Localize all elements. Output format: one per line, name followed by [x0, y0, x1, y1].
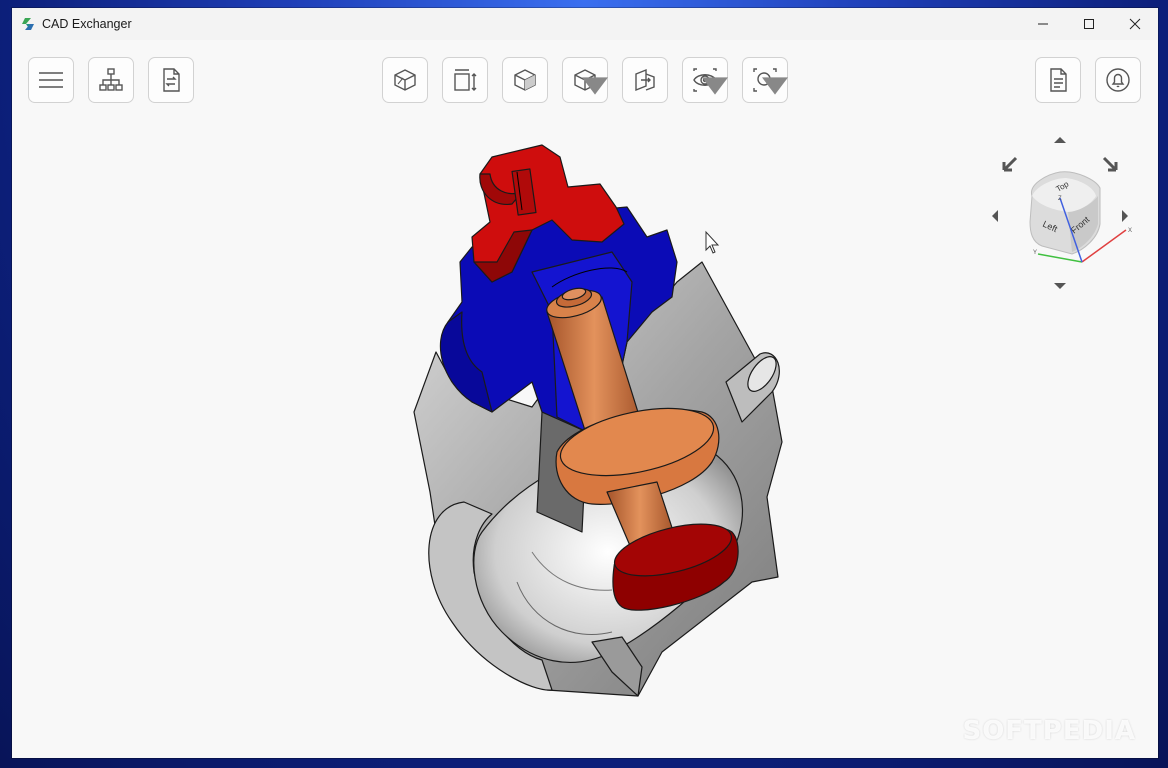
section-button[interactable]	[622, 57, 668, 103]
menu-icon	[39, 72, 63, 88]
section-icon	[635, 68, 655, 92]
z-axis-label: Z	[1058, 196, 1062, 202]
display-mode-button[interactable]	[562, 57, 608, 103]
rotate-up-arrow-icon[interactable]	[1054, 137, 1066, 143]
maximize-icon	[1084, 19, 1094, 29]
minimize-icon	[1038, 23, 1048, 25]
shaded-view-button[interactable]	[502, 57, 548, 103]
rotate-left-arrow-icon[interactable]	[992, 210, 998, 222]
watermark: SOFTPEDIA	[962, 716, 1136, 746]
window-controls	[1020, 8, 1158, 40]
document-icon	[1050, 68, 1067, 92]
shaded-view-icon	[514, 69, 536, 91]
view-cube[interactable]: Top Front Left X Y Z	[988, 126, 1134, 296]
close-button[interactable]	[1112, 8, 1158, 40]
convert-file-button[interactable]	[148, 57, 194, 103]
properties-button[interactable]	[1035, 57, 1081, 103]
chevron-down-icon	[702, 77, 728, 95]
measure-button[interactable]	[442, 57, 488, 103]
roll-left-arrow-icon[interactable]	[1002, 156, 1018, 172]
window-title: CAD Exchanger	[42, 17, 132, 31]
minimize-button[interactable]	[1020, 8, 1066, 40]
cad-exchanger-logo-icon	[22, 18, 34, 30]
rotate-right-arrow-icon[interactable]	[1122, 210, 1128, 222]
structure-tree-icon	[99, 68, 123, 91]
notifications-button[interactable]	[1095, 57, 1141, 103]
view-mode-icon	[394, 69, 416, 91]
app-window: CAD Exchanger Top Front Left X Y Z SOFTP…	[12, 8, 1158, 758]
view-mode-button[interactable]	[382, 57, 428, 103]
mouse-cursor-icon	[705, 230, 720, 254]
bell-icon	[1106, 68, 1130, 92]
visibility-button[interactable]	[682, 57, 728, 103]
title-bar[interactable]: CAD Exchanger	[12, 8, 1158, 40]
rotate-down-arrow-icon[interactable]	[1054, 283, 1066, 289]
y-axis-line	[1037, 253, 1083, 263]
close-icon	[1129, 18, 1141, 30]
convert-file-icon	[163, 68, 180, 92]
x-axis-label: X	[1128, 228, 1132, 234]
maximize-button[interactable]	[1066, 8, 1112, 40]
measure-icon	[454, 69, 477, 91]
roll-right-arrow-icon[interactable]	[1102, 156, 1118, 172]
structure-tree-button[interactable]	[88, 57, 134, 103]
chevron-down-icon	[582, 77, 608, 95]
chevron-down-icon	[762, 77, 788, 95]
zoom-fit-button[interactable]	[742, 57, 788, 103]
menu-button[interactable]	[28, 57, 74, 103]
y-axis-label: Y	[1033, 250, 1037, 256]
3d-viewport[interactable]	[12, 112, 1158, 758]
valve-model	[413, 144, 783, 697]
